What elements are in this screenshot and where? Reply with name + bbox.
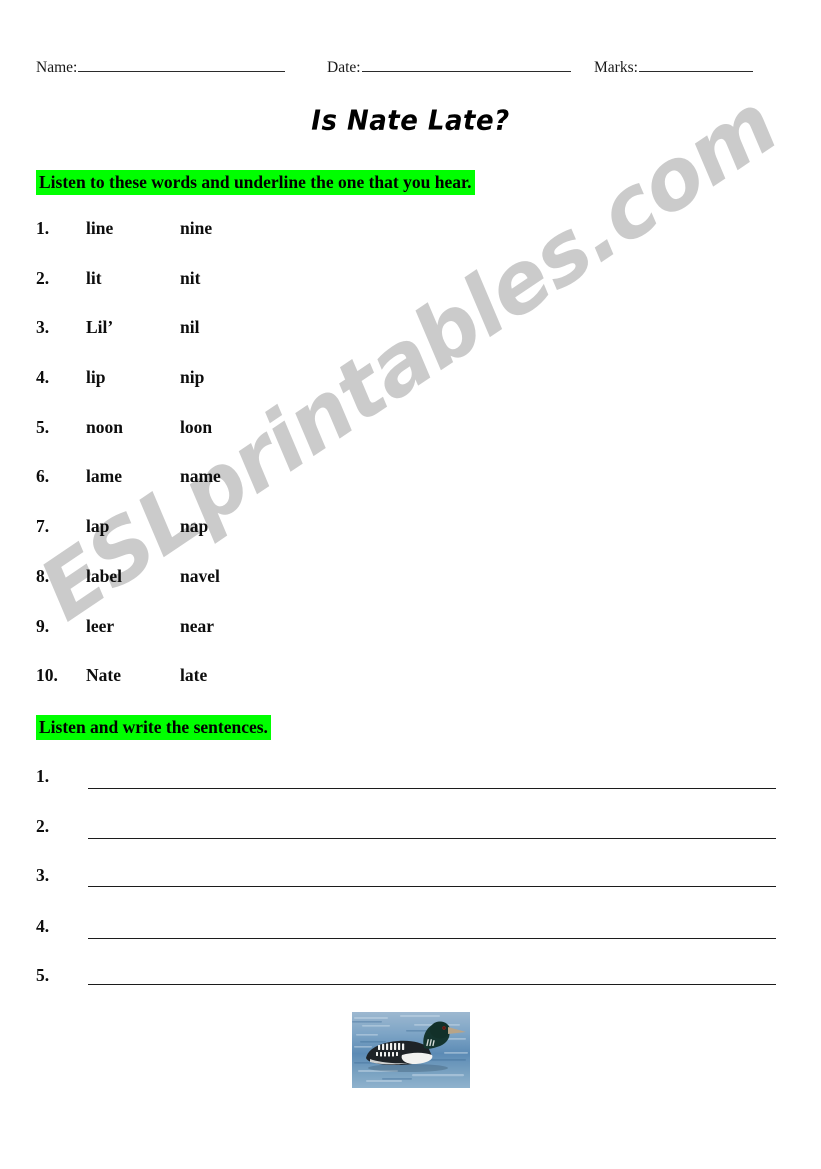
word-row-number: 4. xyxy=(36,367,50,388)
word-option-a[interactable]: label xyxy=(86,566,122,587)
word-pair-list: 1. line nine 2. lit nit 3. Lil’ nil 4. l… xyxy=(36,218,356,715)
word-pair-row: 6. lame name xyxy=(36,466,356,516)
name-field[interactable]: Name: xyxy=(36,58,286,77)
word-row-number: 3. xyxy=(36,317,50,338)
word-pair-row: 1. line nine xyxy=(36,218,356,268)
writing-line-row: 5. xyxy=(36,965,781,995)
marks-field[interactable]: Marks: xyxy=(594,58,753,77)
writing-line-number: 4. xyxy=(36,916,50,936)
header-fields: Name: Date: Marks: xyxy=(36,58,781,84)
word-option-b[interactable]: loon xyxy=(180,417,212,438)
writing-line-row: 3. xyxy=(36,865,781,895)
writing-line-rule[interactable] xyxy=(88,984,776,985)
word-option-b[interactable]: nine xyxy=(180,218,212,239)
marks-input-rule[interactable] xyxy=(638,58,753,72)
word-option-a[interactable]: line xyxy=(86,218,113,239)
word-row-number: 6. xyxy=(36,466,50,487)
writing-line-rule[interactable] xyxy=(88,838,776,839)
writing-line-number: 2. xyxy=(36,816,50,836)
word-row-number: 1. xyxy=(36,218,50,238)
date-field[interactable]: Date: xyxy=(327,58,571,77)
word-pair-row: 9. leer near xyxy=(36,616,356,666)
word-row-number: 9. xyxy=(36,615,50,636)
word-pair-row: 2. lit nit xyxy=(36,268,356,318)
word-row-number: 10. xyxy=(36,665,58,686)
name-label: Name: xyxy=(36,59,78,76)
word-pair-row: 10. Nate late xyxy=(36,665,356,715)
page-title: Is Nate Late? xyxy=(311,105,510,137)
word-option-a[interactable]: lame xyxy=(86,466,122,487)
word-pair-row: 7. lap nap xyxy=(36,516,356,566)
date-input-rule[interactable] xyxy=(361,58,571,72)
word-option-b[interactable]: navel xyxy=(180,566,220,587)
word-option-a[interactable]: lit xyxy=(86,268,102,289)
word-option-b[interactable]: name xyxy=(180,466,221,487)
loon-photo-image xyxy=(352,1012,470,1088)
word-option-b[interactable]: nip xyxy=(180,367,204,388)
name-input-rule[interactable] xyxy=(78,58,286,72)
word-option-b[interactable]: late xyxy=(180,665,207,686)
instruction-banner-2: Listen and write the sentences. xyxy=(36,715,271,740)
word-option-a[interactable]: noon xyxy=(86,417,123,438)
writing-line-rule[interactable] xyxy=(88,886,776,887)
word-option-b[interactable]: near xyxy=(180,616,214,637)
worksheet-page: ESLprintables.com Name: Date: Marks: Is … xyxy=(0,0,821,1169)
writing-line-number: 5. xyxy=(36,965,50,985)
word-pair-row: 8. label navel xyxy=(36,566,356,616)
writing-line-row: 2. xyxy=(36,816,781,846)
word-option-a[interactable]: Nate xyxy=(86,665,121,686)
writing-line-rule[interactable] xyxy=(88,938,776,939)
word-row-number: 7. xyxy=(36,516,50,537)
writing-line-rule[interactable] xyxy=(88,788,776,789)
word-option-a[interactable]: lap xyxy=(86,516,109,537)
word-option-b[interactable]: nap xyxy=(180,516,208,537)
word-pair-row: 4. lip nip xyxy=(36,367,356,417)
word-option-a[interactable]: leer xyxy=(86,616,114,637)
marks-label: Marks: xyxy=(594,59,638,76)
writing-line-row: 4. xyxy=(36,916,781,946)
word-option-b[interactable]: nil xyxy=(180,317,199,338)
writing-line-row: 1. xyxy=(36,766,781,796)
word-pair-row: 3. Lil’ nil xyxy=(36,317,356,367)
word-row-number: 8. xyxy=(36,565,50,586)
word-row-number: 5. xyxy=(36,416,50,437)
word-option-b[interactable]: nit xyxy=(180,268,200,289)
writing-line-number: 1. xyxy=(36,766,50,786)
word-row-number: 2. xyxy=(36,267,50,288)
word-option-a[interactable]: lip xyxy=(86,367,105,388)
date-label: Date: xyxy=(327,59,361,76)
loon-photo xyxy=(352,1012,470,1088)
word-option-a[interactable]: Lil’ xyxy=(86,317,113,338)
writing-line-number: 3. xyxy=(36,865,50,885)
word-pair-row: 5. noon loon xyxy=(36,417,356,467)
instruction-banner-1: Listen to these words and underline the … xyxy=(36,170,475,195)
